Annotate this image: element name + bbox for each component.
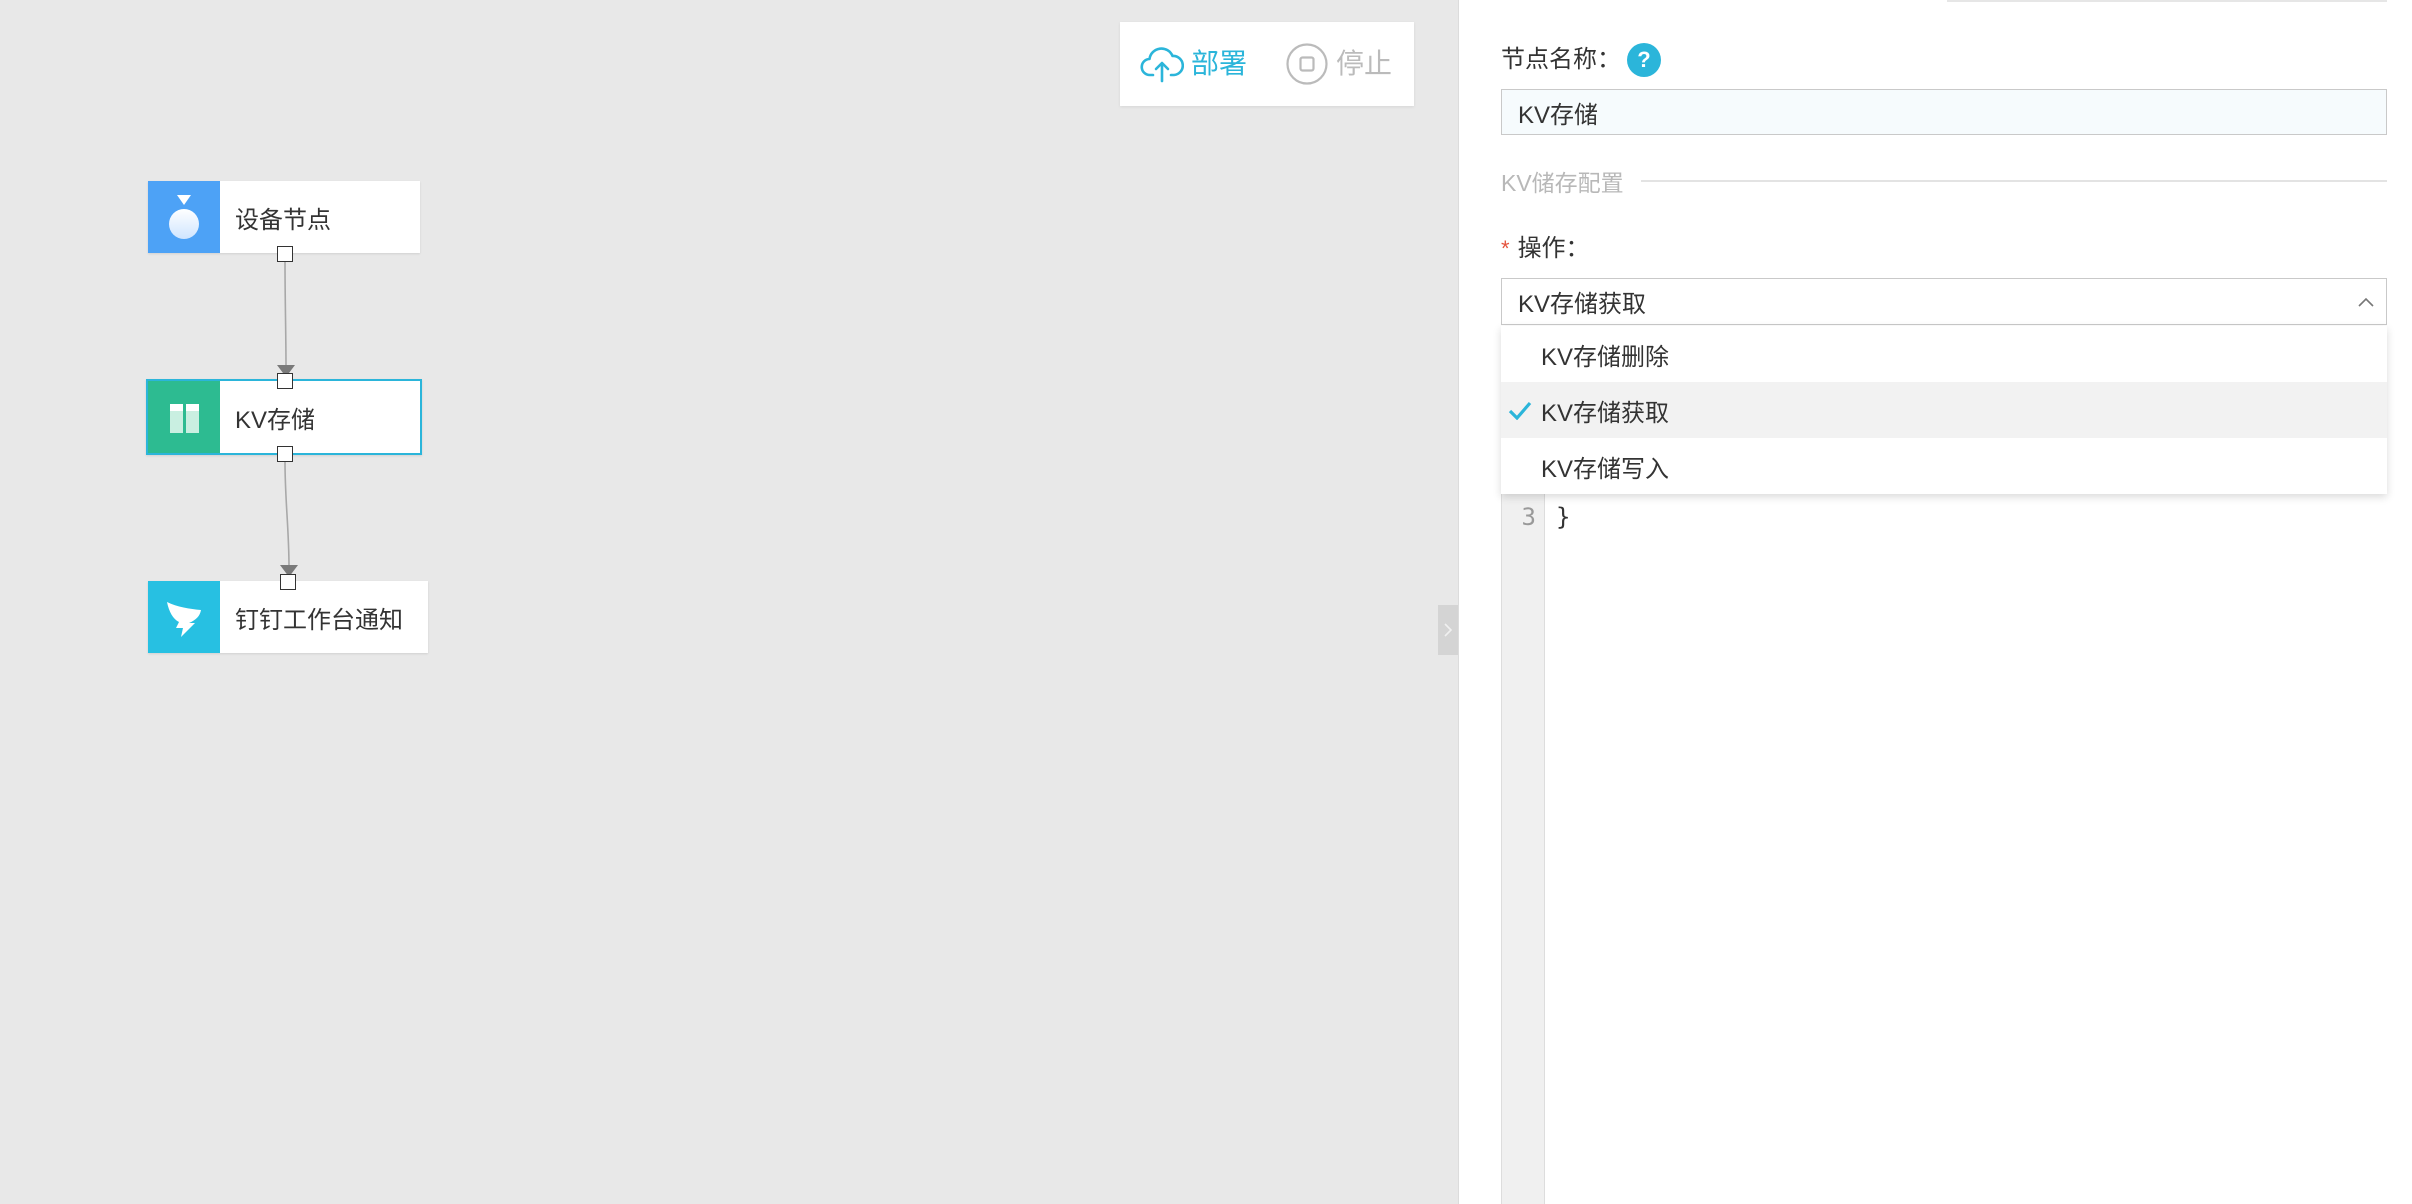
- help-icon[interactable]: ?: [1627, 43, 1661, 77]
- dingtalk-icon: [167, 602, 201, 637]
- node-icon-block: [148, 581, 220, 653]
- option-label: KV存储删除: [1541, 343, 1670, 371]
- node-label: KV存储: [235, 406, 316, 434]
- required-mark: *: [1501, 236, 1510, 261]
- flow-node-dingtalk[interactable]: 钉钉工作台通知: [148, 581, 428, 653]
- node-config-panel: 节点名称： ? KV储存配置 * 操作： KV存储获取 3 } KV存储删除 K…: [1458, 0, 2412, 1204]
- deploy-label: 部署: [1191, 48, 1248, 79]
- flow-node-device[interactable]: 设备节点: [148, 181, 420, 253]
- option-label: KV存储获取: [1541, 399, 1670, 427]
- output-port[interactable]: [277, 446, 293, 462]
- deploy-button[interactable]: 部署: [1140, 42, 1247, 86]
- panel-tab-indicator: [1947, 0, 2387, 2]
- section-title: KV储存配置: [1501, 170, 1624, 196]
- chevron-up-icon: [2358, 297, 2374, 307]
- connector-device-to-kv[interactable]: [284, 261, 287, 368]
- help-glyph: ?: [1637, 47, 1651, 72]
- editor-gutter: [1501, 443, 1545, 1204]
- operation-label: * 操作：: [1501, 235, 1590, 263]
- operation-select[interactable]: KV存储获取: [1501, 278, 2387, 325]
- operation-dropdown-menu: KV存储删除 KV存储获取 KV存储写入: [1501, 326, 2387, 494]
- stop-icon: [1286, 43, 1328, 85]
- check-icon: [1508, 401, 1532, 420]
- kv-storage-icon: [170, 404, 199, 433]
- node-icon-block: [148, 181, 220, 253]
- option-kv-write[interactable]: KV存储写入: [1501, 438, 2387, 494]
- section-header: KV储存配置: [1501, 167, 2387, 196]
- output-port[interactable]: [277, 246, 293, 262]
- operation-label-text: 操作：: [1517, 235, 1590, 262]
- node-name-input[interactable]: [1501, 89, 2387, 135]
- node-label: 钉钉工作台通知: [235, 606, 403, 634]
- panel-collapse-handle[interactable]: [1438, 605, 1458, 655]
- canvas-toolbar: 部署 停止: [1120, 22, 1414, 106]
- chevron-right-icon: [1444, 623, 1453, 637]
- cloud-upload-icon: [1140, 47, 1184, 83]
- option-kv-delete[interactable]: KV存储删除: [1501, 326, 2387, 382]
- operation-select-value: KV存储获取: [1518, 291, 1647, 318]
- device-icon: [169, 195, 199, 239]
- flow-node-kv-storage[interactable]: KV存储: [146, 379, 422, 455]
- input-port[interactable]: [277, 373, 293, 389]
- node-icon-block: [148, 381, 220, 453]
- code-line[interactable]: }: [1545, 503, 1570, 531]
- line-number: 3: [1521, 503, 1536, 531]
- node-name-label: 节点名称：: [1501, 46, 1621, 74]
- flow-canvas[interactable]: 部署 停止 设备节点 KV存储 钉钉工作台通知: [0, 0, 1458, 1204]
- section-divider: [1640, 180, 2387, 182]
- stop-button[interactable]: 停止: [1285, 42, 1392, 86]
- editor-line: 3 }: [1501, 502, 2387, 532]
- stop-label: 停止: [1336, 48, 1393, 79]
- node-name-label-text: 节点名称：: [1501, 46, 1621, 73]
- node-label: 设备节点: [235, 206, 331, 234]
- connector-kv-to-dingtalk[interactable]: [284, 461, 290, 568]
- input-port[interactable]: [280, 574, 296, 590]
- option-label: KV存储写入: [1541, 455, 1670, 483]
- code-editor[interactable]: [1545, 443, 2387, 1204]
- option-kv-get[interactable]: KV存储获取: [1501, 382, 2387, 438]
